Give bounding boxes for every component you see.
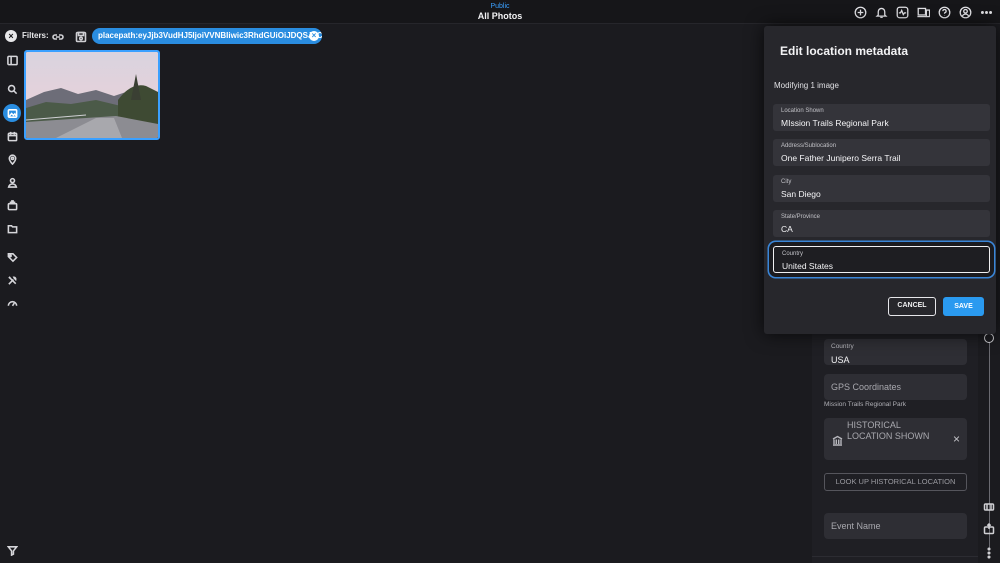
filter-chip-text: placepath:eyJjb3VudHJ5IjoiVVNBIiwic3RhdG… (98, 31, 322, 40)
field-label: City (781, 179, 792, 185)
devices-icon[interactable] (915, 4, 931, 20)
photos-icon[interactable] (3, 104, 21, 122)
historical-location-icon (832, 433, 843, 446)
more-vertical-icon[interactable] (983, 546, 995, 559)
filter-chip[interactable]: placepath:eyJjb3VudHJ5IjoiVVNBIiwic3RhdG… (92, 28, 322, 44)
people-icon[interactable] (3, 173, 21, 191)
activity-icon[interactable] (894, 4, 910, 20)
panel-divider (812, 556, 978, 557)
city-field[interactable]: City San Diego (773, 175, 990, 202)
country-value: USA (831, 355, 850, 365)
country-input[interactable]: Country United States (773, 246, 990, 273)
collections-icon[interactable] (3, 196, 21, 214)
gps-placeholder: GPS Coordinates (831, 382, 902, 392)
filter-bar: × Filters: placepath:eyJjb3VudHJ5IjoiVVN… (0, 25, 760, 47)
location-shown-field[interactable]: Location Shown MIssion Trails Regional P… (773, 104, 990, 131)
address-field[interactable]: Address/Sublocation One Father Junipero … (773, 139, 990, 166)
zoom-slider-handle[interactable] (984, 333, 994, 343)
country-label: Country (831, 343, 854, 350)
lookup-historical-location-button[interactable]: LOOK UP HISTORICAL LOCATION (824, 473, 967, 491)
top-icons (852, 4, 994, 20)
country-field[interactable]: Country USA (824, 339, 967, 365)
save-filter-icon[interactable] (75, 30, 87, 43)
map-icon[interactable] (983, 500, 995, 512)
bell-icon[interactable] (873, 4, 889, 20)
remove-filter-icon[interactable]: × (309, 31, 319, 41)
share-icon[interactable] (983, 522, 995, 535)
gps-coordinates-field[interactable]: GPS Coordinates (824, 374, 967, 400)
page-title: All Photos (477, 11, 523, 21)
field-label: Address/Sublocation (781, 143, 837, 149)
edit-location-dialog: Edit location metadata Modifying 1 image… (764, 26, 996, 334)
cancel-button[interactable]: CANCEL (888, 297, 936, 316)
field-value: MIssion Trails Regional Park (781, 118, 889, 128)
panel-toggle-icon[interactable] (3, 51, 21, 69)
field-value: United States (782, 261, 834, 271)
sidebar (0, 47, 24, 563)
zoom-slider-track[interactable] (989, 338, 990, 548)
filters-label: Filters: (22, 31, 49, 40)
field-value: One Father Junipero Serra Trail (781, 153, 901, 163)
field-label: Country (782, 251, 804, 257)
field-label: Location Shown (781, 108, 824, 114)
field-value: San Diego (781, 189, 821, 199)
tools-icon[interactable] (3, 271, 21, 289)
event-name-field[interactable]: Event Name (824, 513, 967, 539)
app-window: Public All Photos × Filters: placepath:e… (0, 0, 1000, 563)
account-icon[interactable] (957, 4, 973, 20)
tags-icon[interactable] (3, 248, 21, 266)
historical-location-placeholder: HISTORICAL LOCATION SHOWN (847, 420, 930, 441)
clear-historical-location-icon[interactable]: × (953, 432, 960, 446)
link-icon[interactable] (52, 30, 64, 42)
search-icon[interactable] (3, 80, 21, 98)
historical-location-field[interactable]: HISTORICAL LOCATION SHOWN × (824, 418, 967, 460)
save-button[interactable]: SAVE (943, 297, 984, 316)
dialog-title: Edit location metadata (780, 44, 909, 58)
location-icon[interactable] (3, 150, 21, 168)
more-icon[interactable] (978, 4, 994, 20)
gps-note: Mission Trails Regional Park (824, 401, 907, 408)
field-value: CA (781, 224, 793, 234)
dashboard-icon[interactable] (3, 294, 21, 312)
top-bar: Public All Photos (0, 0, 1000, 24)
help-icon[interactable] (936, 4, 952, 20)
library-context: Public (490, 3, 510, 10)
photo-image (26, 52, 158, 138)
calendar-icon[interactable] (3, 127, 21, 145)
state-province-field[interactable]: State/Province CA (773, 210, 990, 237)
metadata-panel: Country USA GPS Coordinates Mission Trai… (812, 330, 978, 563)
folder-icon[interactable] (3, 219, 21, 237)
event-name-placeholder: Event Name (831, 521, 881, 531)
dialog-subtitle: Modifying 1 image (774, 81, 839, 90)
filter-icon[interactable] (3, 541, 21, 559)
clear-filters-icon[interactable]: × (5, 30, 17, 42)
add-icon[interactable] (852, 4, 868, 20)
page-header: Public All Photos (430, 2, 570, 22)
field-label: State/Province (781, 214, 821, 220)
photo-thumbnail[interactable] (24, 50, 160, 140)
